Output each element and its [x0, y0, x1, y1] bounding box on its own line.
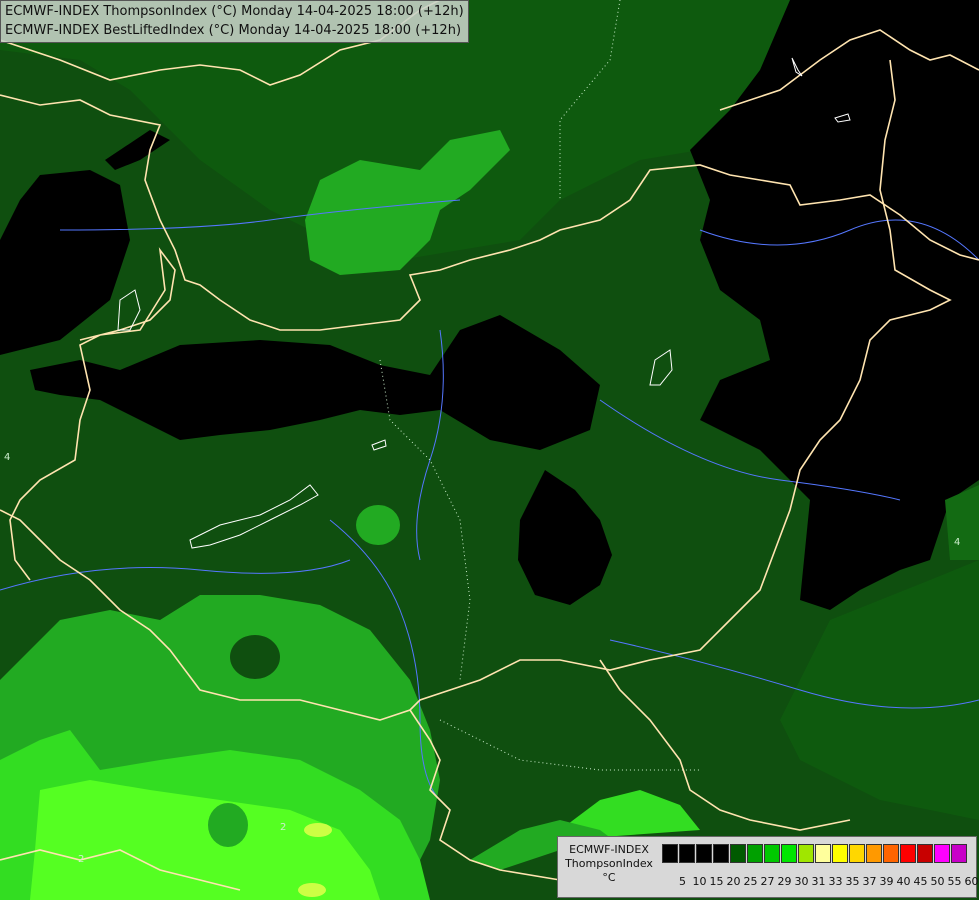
legend-tick-label: 35: [845, 875, 860, 888]
legend-swatch: [781, 844, 797, 863]
legend-swatch: [951, 844, 967, 863]
map-title-line-1: ECMWF-INDEX ThompsonIndex (°C) Monday 14…: [5, 4, 464, 19]
legend-tick-label: 37: [862, 875, 877, 888]
legend-tick-label: 45: [913, 875, 928, 888]
legend-tick-label: 55: [947, 875, 962, 888]
legend-tick-label: 60: [964, 875, 979, 888]
map-title-box: ECMWF-INDEX ThompsonIndex (°C) Monday 14…: [0, 0, 469, 43]
legend-swatch: [883, 844, 899, 863]
legend-swatch: [849, 844, 865, 863]
legend-unit: °C: [602, 871, 616, 884]
legend-swatch: [764, 844, 780, 863]
contour-label-south-1: 2: [280, 822, 286, 833]
legend-swatch: [747, 844, 763, 863]
legend-tick-label: 50: [930, 875, 945, 888]
legend-tick-label: 33: [828, 875, 843, 888]
contour-label-south-2: 2: [78, 854, 84, 865]
legend-tick-label: 30: [794, 875, 809, 888]
legend-title-line-1: ECMWF-INDEX: [569, 843, 649, 856]
weather-map: 4 2 2 4 ECMWF-INDEX ThompsonIndex (°C) M…: [0, 0, 979, 900]
legend-tick-label: 20: [726, 875, 741, 888]
legend-swatch: [662, 844, 678, 863]
legend-swatch: [696, 844, 712, 863]
field-green-pocket-south: [208, 803, 248, 847]
legend-swatch: [900, 844, 916, 863]
legend-swatch: [815, 844, 831, 863]
legend-title: ECMWF-INDEX ThompsonIndex °C: [560, 843, 658, 885]
field-yellow-spot-1: [304, 823, 332, 837]
legend-swatch: [934, 844, 950, 863]
legend-tick-label: 25: [743, 875, 758, 888]
legend-swatch: [866, 844, 882, 863]
legend-tick-label: 10: [692, 875, 707, 888]
legend-tick-label: 29: [777, 875, 792, 888]
field-yellow-spot-2: [298, 883, 326, 897]
legend-tick-label: 5: [679, 875, 686, 888]
legend-tick-label: 31: [811, 875, 826, 888]
legend-tick-label: 27: [760, 875, 775, 888]
legend-title-line-2: ThompsonIndex: [565, 857, 653, 870]
map-title-line-2: ECMWF-INDEX BestLiftedIndex (°C) Monday …: [5, 23, 462, 38]
legend-swatch: [798, 844, 814, 863]
contour-label-east: 4: [954, 537, 960, 548]
legend-tick-label: 40: [896, 875, 911, 888]
legend-swatch: [679, 844, 695, 863]
legend-tick-label: 39: [879, 875, 894, 888]
field-dark-pocket-south: [230, 635, 280, 679]
field-green-spot: [356, 505, 400, 545]
legend-swatch: [917, 844, 933, 863]
legend-swatch: [730, 844, 746, 863]
map-canvas: 4 2 2 4: [0, 0, 979, 900]
legend-tick-label: 15: [709, 875, 724, 888]
legend-swatch: [713, 844, 729, 863]
legend-swatch: [832, 844, 848, 863]
contour-label-west: 4: [4, 452, 10, 463]
color-legend: ECMWF-INDEX ThompsonIndex °C 5 10 15 20 25 27…: [557, 836, 979, 898]
legend-swatches: [662, 844, 968, 863]
legend-ticks: 5 10 15 20 25 27 29 30 31 33 35 37 39 40 45 50 55 60: [674, 875, 979, 888]
